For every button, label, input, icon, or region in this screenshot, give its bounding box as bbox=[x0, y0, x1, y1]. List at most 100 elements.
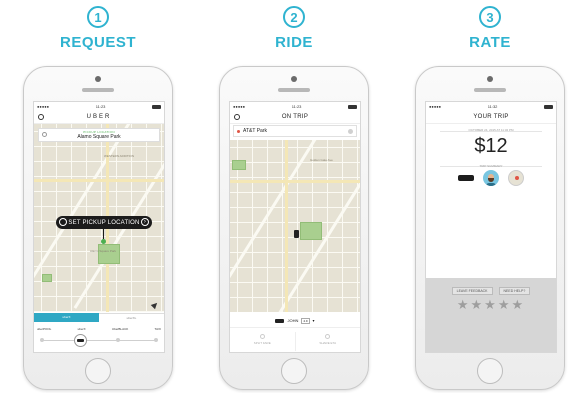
trip-date: OCTOBER 24, 2015 AT 11:32 PM bbox=[468, 128, 514, 132]
phone-screen: ●●●●● 11:23 ON TRIP AT&T Park Golden Gat… bbox=[229, 101, 361, 353]
share-eta-button[interactable]: SHARE ETA bbox=[296, 329, 361, 352]
battery-icon bbox=[152, 104, 161, 109]
speaker-grille bbox=[474, 88, 506, 92]
step-number-badge: 1 bbox=[87, 6, 109, 28]
split-fare-icon bbox=[259, 334, 265, 339]
chevron-right-icon: › bbox=[141, 218, 149, 226]
pickup-address: Alamo Square Park bbox=[77, 134, 121, 140]
step-title: RATE bbox=[469, 34, 511, 51]
speaker-grille bbox=[278, 88, 310, 92]
status-time: 11:23 bbox=[291, 104, 302, 109]
vehicle-options: uberPOOL uberX UberBLACK TAXI bbox=[37, 327, 161, 331]
step-title: REQUEST bbox=[59, 34, 136, 51]
vehicle-slider: uberPOOL uberX UberBLACK TAXI bbox=[34, 323, 164, 352]
profile-menu-icon[interactable] bbox=[38, 114, 44, 120]
set-pickup-label: SET PICKUP LOCATION bbox=[68, 219, 140, 226]
status-bar: ●●●●● 11:23 bbox=[230, 102, 360, 111]
camera-icon bbox=[291, 76, 297, 82]
car-icon bbox=[77, 339, 84, 342]
search-icon bbox=[42, 132, 47, 137]
map-major-road bbox=[285, 140, 288, 312]
step-title: RIDE bbox=[275, 34, 313, 51]
need-help-button[interactable]: NEED HELP? bbox=[498, 287, 531, 295]
vehicle-option[interactable]: uberX bbox=[78, 327, 86, 331]
trip-summary bbox=[426, 170, 556, 186]
map-park bbox=[98, 244, 120, 264]
vehicle-option[interactable]: UberBLACK bbox=[112, 327, 128, 331]
tab-uberxl[interactable]: uberXL bbox=[99, 313, 164, 322]
nav-title: ON TRIP bbox=[281, 114, 309, 120]
phone-frame: ●●●●● 11:32 YOUR TRIP OCTOBER 24, 2015 A… bbox=[415, 66, 565, 390]
map-park bbox=[300, 222, 322, 240]
step-number-badge: 3 bbox=[479, 6, 501, 28]
pickup-time-icon bbox=[59, 218, 67, 226]
destination-bar[interactable]: AT&T Park bbox=[233, 125, 357, 137]
status-time: 11:23 bbox=[95, 104, 106, 109]
nav-bar: ON TRIP bbox=[230, 111, 360, 124]
trip-fare: $12 bbox=[474, 135, 508, 157]
slider-knob[interactable] bbox=[74, 334, 87, 347]
home-button[interactable] bbox=[477, 358, 503, 384]
leave-feedback-button[interactable]: LEAVE FEEDBACK bbox=[451, 287, 493, 295]
nav-title: UBER bbox=[86, 114, 112, 120]
share-eta-icon bbox=[325, 334, 331, 339]
avatar-body bbox=[486, 183, 496, 186]
pickup-location-card[interactable]: PICKUP LOCATION Alamo Square Park bbox=[38, 128, 160, 142]
share-eta-label: SHARE ETA bbox=[319, 341, 337, 345]
battery-icon bbox=[544, 104, 553, 109]
map-park bbox=[232, 160, 246, 170]
map-view[interactable]: Golden Gate Ave bbox=[230, 140, 360, 312]
trip-actions: SPLIT FARE SHARE ETA bbox=[230, 329, 361, 352]
tab-uberx[interactable]: uberX bbox=[34, 313, 99, 322]
clear-icon[interactable] bbox=[348, 129, 353, 134]
camera-icon bbox=[487, 76, 493, 82]
map-label: Alamo Square Park bbox=[90, 249, 117, 253]
home-button[interactable] bbox=[85, 358, 111, 384]
rating-panel: LEAVE FEEDBACK NEED HELP? ★★★★★ bbox=[426, 278, 556, 352]
destination-dot-icon bbox=[237, 130, 240, 133]
nav-bar: YOUR TRIP bbox=[426, 111, 556, 124]
map-pin-icon bbox=[515, 176, 519, 180]
chevron-down-icon: ▾ bbox=[312, 318, 315, 323]
driver-rating: 4.9 bbox=[301, 317, 310, 324]
status-bar: ●●●●● 11:32 bbox=[426, 102, 556, 111]
split-fare-button[interactable]: SPLIT FARE bbox=[230, 329, 295, 352]
map-major-road bbox=[230, 180, 360, 183]
step-number-badge: 2 bbox=[283, 6, 305, 28]
vehicle-option[interactable]: TAXI bbox=[155, 327, 161, 331]
signal-icon: ●●●●● bbox=[37, 104, 50, 109]
step-rate: 3 RATE ●●●●● 11:32 YOUR TRIP OCTOBER 24,… bbox=[392, 0, 588, 393]
trip-summary-label: TRIP SUMMARY bbox=[479, 164, 503, 168]
battery-icon bbox=[348, 104, 357, 109]
map-major-road bbox=[34, 179, 164, 182]
map-label: WESTERN ADDITION bbox=[104, 154, 135, 158]
driver-avatar bbox=[483, 170, 499, 186]
driver-info-bar[interactable]: JOHN 4.9 ▾ bbox=[230, 314, 360, 328]
vehicle-option[interactable]: uberPOOL bbox=[37, 327, 51, 331]
home-button[interactable] bbox=[281, 358, 307, 384]
nav-title: YOUR TRIP bbox=[473, 114, 509, 120]
signal-icon: ●●●●● bbox=[233, 104, 246, 109]
car-icon bbox=[275, 318, 285, 323]
phone-screen: ●●●●● 11:32 YOUR TRIP OCTOBER 24, 2015 A… bbox=[425, 101, 557, 353]
set-pickup-button[interactable]: SET PICKUP LOCATION › bbox=[56, 216, 152, 229]
profile-menu-icon[interactable] bbox=[234, 114, 240, 120]
status-bar: ●●●●● 11:23 bbox=[34, 102, 164, 111]
step-ride: 2 RIDE ●●●●● 11:23 ON TRIP AT&T Park Gol… bbox=[196, 0, 392, 393]
vehicle-tabs: uberX uberXL bbox=[34, 313, 164, 322]
map-street bbox=[34, 124, 133, 299]
car-icon bbox=[458, 175, 474, 181]
star-rating[interactable]: ★★★★★ bbox=[426, 297, 556, 313]
slider-track[interactable] bbox=[42, 340, 156, 341]
map-park bbox=[42, 274, 52, 282]
map-label: Golden Gate Ave bbox=[310, 158, 333, 162]
pickup-pin-icon bbox=[101, 239, 106, 244]
pickup-pin-stem bbox=[103, 229, 104, 239]
speaker-grille bbox=[82, 88, 114, 92]
phone-frame: ●●●●● 11:23 UBER Alamo Square Park WESTE… bbox=[23, 66, 173, 390]
avatar-beard bbox=[488, 178, 494, 182]
split-fare-label: SPLIT FARE bbox=[253, 341, 271, 345]
step-request: 1 REQUEST ●●●●● 11:23 UBER Alamo Square … bbox=[0, 0, 196, 393]
phone-screen: ●●●●● 11:23 UBER Alamo Square Park WESTE… bbox=[33, 101, 165, 353]
route-map-icon[interactable] bbox=[508, 170, 524, 186]
